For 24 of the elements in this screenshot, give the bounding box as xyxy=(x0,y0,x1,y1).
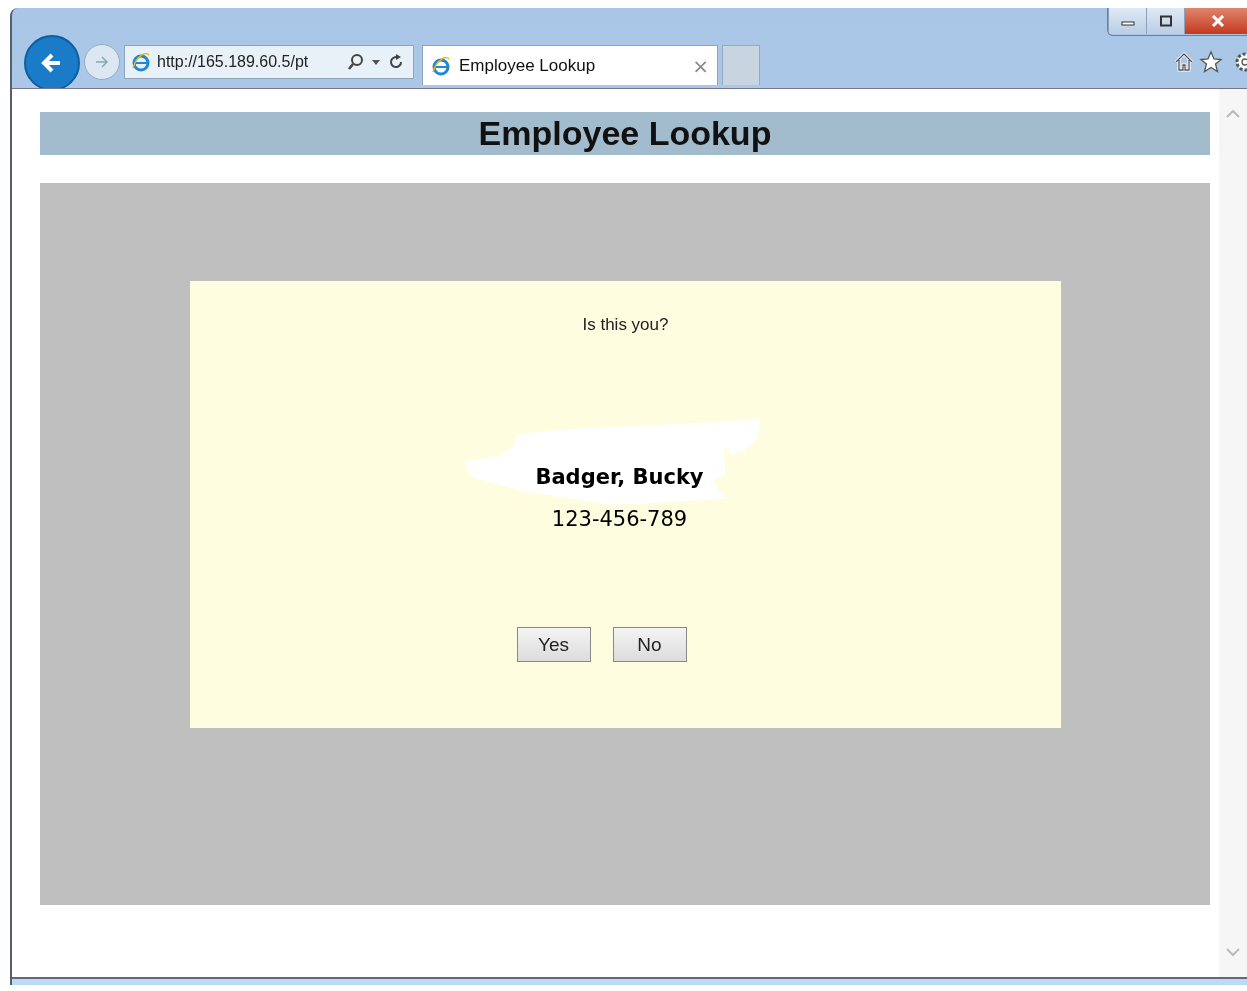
tab-close-button[interactable]: × xyxy=(692,53,709,78)
settings-icon[interactable] xyxy=(1233,50,1247,74)
maximize-icon[interactable] xyxy=(1157,15,1174,27)
employee-name: Badger, Bucky xyxy=(535,465,704,489)
refresh-icon[interactable] xyxy=(387,53,405,71)
tab-title: Employee Lookup xyxy=(459,55,597,76)
no-button[interactable]: No xyxy=(612,627,687,662)
page-header: Employee Lookup xyxy=(40,112,1210,155)
employee-id: 123-456-789 xyxy=(551,507,688,531)
browser-tab[interactable]: Employee Lookup × xyxy=(422,45,718,85)
home-icon[interactable] xyxy=(1173,51,1195,73)
dropdown-caret-icon[interactable] xyxy=(371,58,381,66)
maximize-button[interactable] xyxy=(1146,8,1184,34)
back-button[interactable] xyxy=(24,35,80,91)
star-icon[interactable] xyxy=(1199,50,1223,74)
prompt-text: Is this you? xyxy=(582,315,669,335)
browser-logo-icon xyxy=(431,55,451,76)
search-icon[interactable] xyxy=(347,53,365,71)
close-button[interactable] xyxy=(1184,8,1247,34)
address-text: http://165.189.60.5/pt xyxy=(157,53,310,71)
browser-logo-icon xyxy=(131,52,151,72)
close-icon[interactable] xyxy=(1209,15,1226,27)
yes-button[interactable]: Yes xyxy=(516,627,591,662)
address-bar[interactable]: http://165.189.60.5/pt xyxy=(124,45,414,79)
